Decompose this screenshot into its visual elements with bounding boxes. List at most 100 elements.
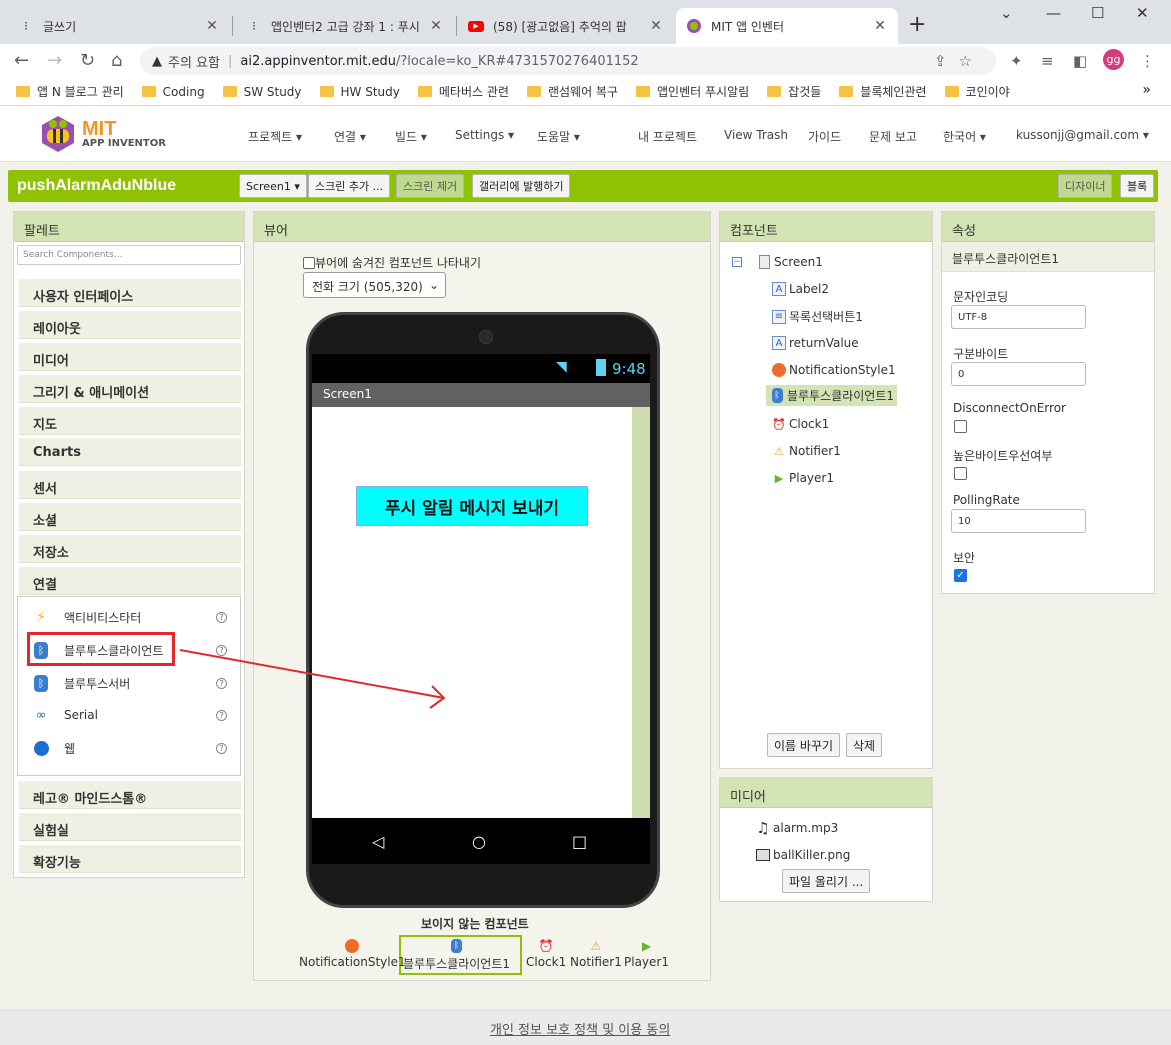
browser-tab[interactable]: ⁝ 앱인벤터2 고급 강좌 1 : 푸시 ✕ [236,8,454,44]
palette-category[interactable]: 레이아웃 [19,311,241,339]
close-icon[interactable]: ✕ [872,18,888,34]
close-icon[interactable]: ✕ [204,18,220,34]
menu-my-projects[interactable]: 내 프로젝트 [638,128,697,145]
browser-tab-active[interactable]: MIT 앱 인벤터 ✕ [676,8,898,44]
palette-item-serial[interactable]: ∞ Serial ? [18,701,242,729]
phone-size-select[interactable]: 전화 크기 (505,320) ⌄ [303,272,446,298]
bookmark-folder[interactable]: HW Study [319,85,400,99]
charset-input[interactable]: UTF-8 [951,305,1086,329]
bookmark-folder[interactable]: 앱 N 블로그 관리 [16,83,124,100]
menu-build[interactable]: 빌드 ▾ [395,128,427,145]
media-file[interactable]: ♫ alarm.mp3 [755,819,838,837]
nonvisible-component[interactable]: ⚠ Notifier1 [570,937,622,969]
secure-checkbox[interactable]: ✓ [954,569,967,582]
screen-select-button[interactable]: Screen1 ▾ [239,174,307,198]
disconnect-on-error-checkbox[interactable] [954,420,967,433]
palette-category[interactable]: 확장기능 [19,845,241,873]
remove-screen-button[interactable]: 스크린 제거 [396,174,465,198]
push-alert-button[interactable]: 푸시 알림 메시지 보내기 [356,486,588,526]
bookmark-folder[interactable]: 블록체인관련 [839,83,927,100]
designer-button[interactable]: 디자이너 [1058,174,1113,198]
palette-category[interactable]: 사용자 인터페이스 [19,279,241,307]
menu-connect[interactable]: 연결 ▾ [334,128,366,145]
delete-button[interactable]: 삭제 [846,733,883,757]
phone-screen[interactable] [312,407,632,818]
menu-view-trash[interactable]: View Trash [724,128,788,142]
high-byte-first-checkbox[interactable] [954,467,967,480]
tree-item[interactable]: ⏰ Clock1 [771,416,829,432]
menu-account[interactable]: kussonjj@gmail.com ▾ [1016,128,1149,142]
menu-project[interactable]: 프로젝트 ▾ [248,128,302,145]
menu-language[interactable]: 한국어 ▾ [943,128,986,145]
palette-category[interactable]: 그리기 & 애니메이션 [19,375,241,403]
url-field[interactable]: ▲ 주의 요함 | ai2.appinventor.mit.edu /?loca… [140,47,996,75]
polling-rate-input[interactable]: 10 [951,509,1086,533]
nonvisible-component[interactable]: ⏰ Clock1 [526,937,566,969]
palette-category[interactable]: Charts [19,438,241,466]
palette-category[interactable]: 레고® 마인드스톰® [19,781,241,809]
forward-icon[interactable]: → [47,50,62,71]
bookmark-folder[interactable]: 잡것들 [767,83,821,100]
publish-gallery-button[interactable]: 갤러리에 발행하기 [472,174,571,198]
menu-help[interactable]: 도움말 ▾ [537,128,580,145]
back-icon[interactable]: ← [14,50,29,71]
tree-item[interactable]: ▶ Player1 [771,470,834,486]
palette-item-web[interactable]: 웹 ? [18,734,242,762]
close-icon[interactable]: ✕ [648,18,664,34]
tree-item[interactable]: ≡ 목록선택버튼1 [771,308,863,325]
help-icon[interactable]: ? [216,611,227,623]
star-icon[interactable]: ☆ [959,52,984,70]
palette-item-activity-starter[interactable]: ⚡ 액티비티스타터 ? [18,603,242,631]
tree-item[interactable]: NotificationStyle1 [771,362,896,378]
nonvisible-component[interactable]: ᛒ 블루투스클라이언트1 [403,937,510,972]
tree-item[interactable]: ⚠ Notifier1 [771,443,841,459]
collapse-icon[interactable]: − [732,257,742,267]
help-icon[interactable]: ? [216,742,227,754]
bookmark-folder[interactable]: SW Study [222,85,302,99]
bookmark-folder[interactable]: 앱인벤터 푸시알림 [636,83,749,100]
add-screen-button[interactable]: 스크린 추가 ... [308,174,391,198]
media-file[interactable]: ballKiller.png [755,847,850,863]
palette-category[interactable]: 지도 [19,407,241,435]
palette-category[interactable]: 소셜 [19,503,241,531]
help-icon[interactable]: ? [216,709,227,721]
palette-category[interactable]: 실험실 [19,813,241,841]
media-icon[interactable]: ≡ [1041,52,1054,70]
new-tab-icon[interactable]: + [908,12,926,37]
share-icon[interactable]: ⇪ [934,52,959,70]
minimize-icon[interactable]: — [1046,4,1061,22]
more-bookmarks-icon[interactable]: » [1142,82,1151,98]
help-icon[interactable]: ? [216,644,227,656]
bookmark-folder[interactable]: 메타버스 관련 [417,83,509,100]
browser-tab[interactable]: ⁝ 글쓰기 ✕ [8,8,230,44]
chevron-down-icon[interactable]: ⌄ [1000,4,1013,22]
delimiter-byte-input[interactable]: 0 [951,362,1086,386]
blocks-button[interactable]: 블록 [1120,174,1155,198]
palette-item-bluetooth-server[interactable]: ᛒ 블루투스서버 ? [18,669,242,697]
close-window-icon[interactable]: ✕ [1136,4,1149,22]
tree-item[interactable]: A Label2 [771,281,829,297]
palette-category[interactable]: 미디어 [19,343,241,371]
show-hidden-components-checkbox[interactable]: 뷰어에 숨겨진 컴포넌트 나타내기 [303,254,481,271]
nonvisible-component[interactable]: NotificationStyle1 [299,937,406,969]
checkbox[interactable] [303,256,315,269]
tree-item[interactable]: AreturnValue [771,335,859,351]
menu-report-issue[interactable]: 문제 보고 [869,128,917,145]
palette-category[interactable]: 저장소 [19,535,241,563]
reload-icon[interactable]: ↻ [80,50,95,71]
menu-settings[interactable]: Settings ▾ [455,128,514,142]
tree-root-screen[interactable]: − Screen1 [732,254,823,270]
browser-tab[interactable]: ▶ (58) [광고없음] 추억의 팝 ✕ [458,8,674,44]
palette-category-connect[interactable]: 연결 [19,567,241,595]
tree-item-selected[interactable]: ᛒ 블루투스클라이언트1 [766,385,897,406]
upload-file-button[interactable]: 파일 올리기 ... [782,869,871,893]
sidepanel-icon[interactable]: ◧ [1073,52,1087,70]
bookmark-folder[interactable]: Coding [141,85,205,99]
close-icon[interactable]: ✕ [428,18,444,34]
extensions-icon[interactable]: ✦ [1010,52,1023,70]
bookmark-folder[interactable]: 코인이야 [944,83,1010,100]
home-icon[interactable]: ⌂ [111,50,122,71]
maximize-icon[interactable]: ☐ [1091,4,1104,22]
help-icon[interactable]: ? [216,677,227,689]
app-inventor-logo[interactable]: MIT APP INVENTOR [38,114,166,154]
